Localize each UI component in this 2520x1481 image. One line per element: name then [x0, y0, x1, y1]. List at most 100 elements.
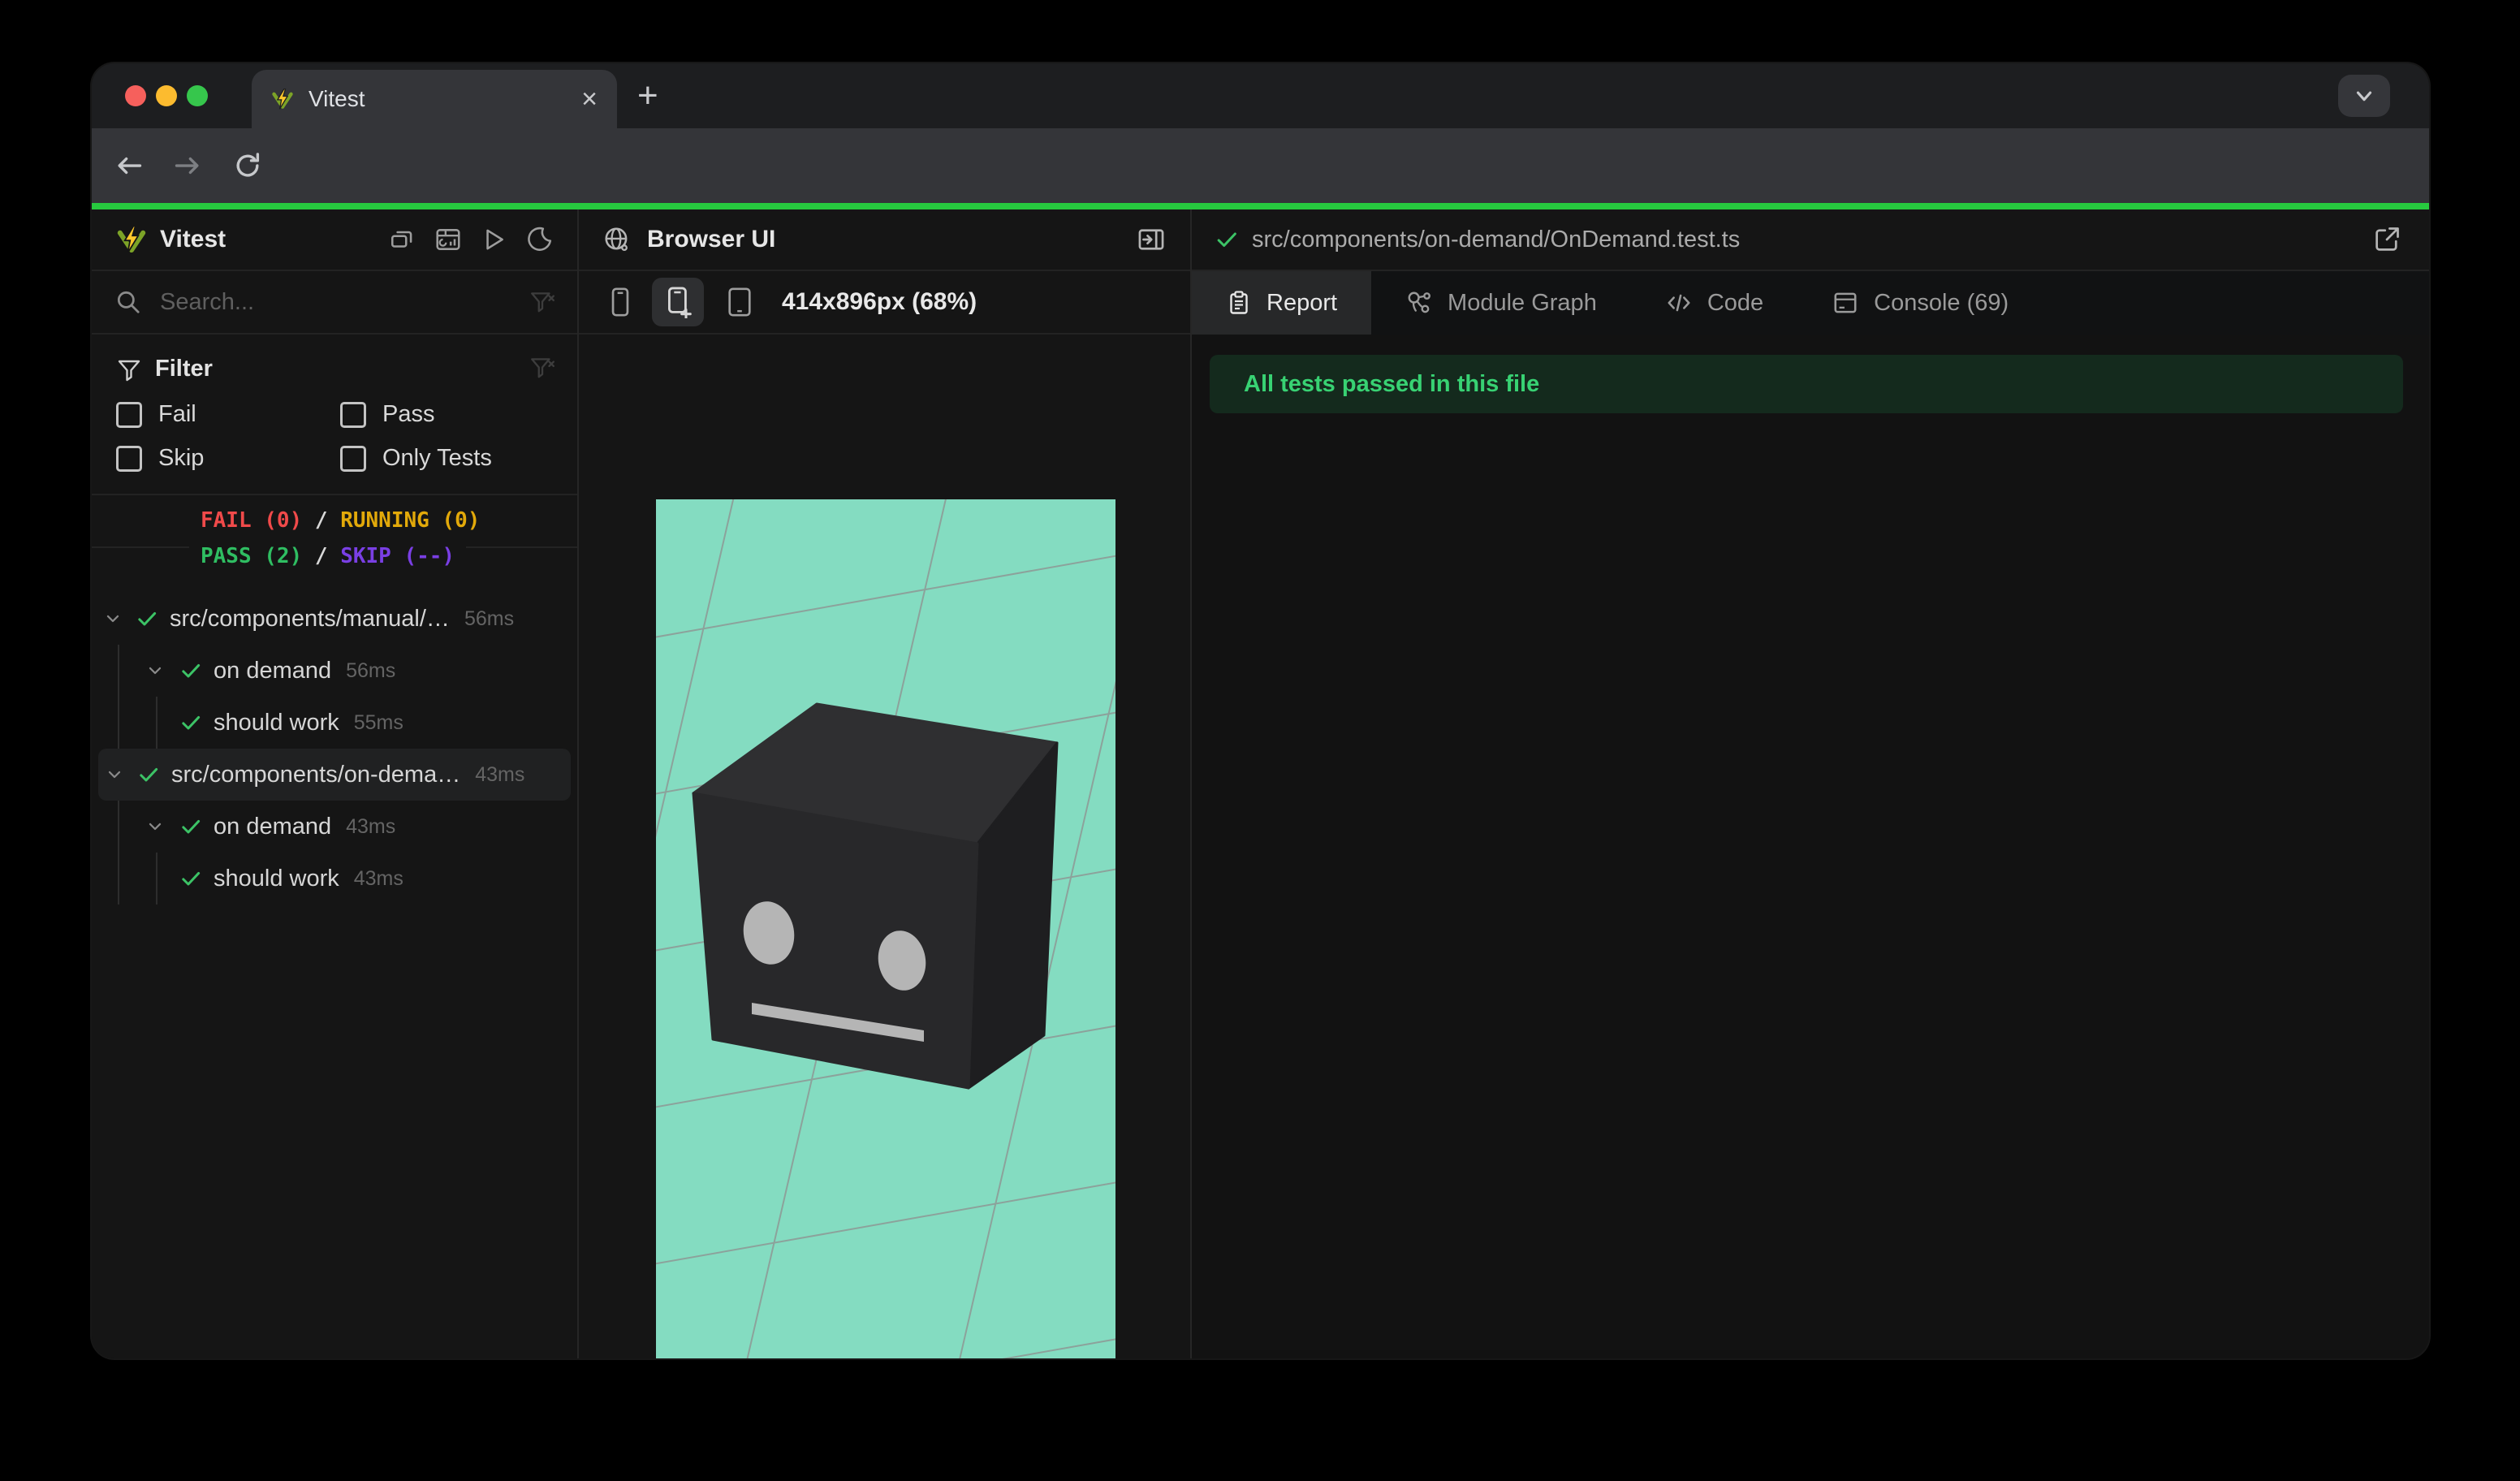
tree-row-suite[interactable]: on demand 56ms [92, 645, 577, 697]
reload-button[interactable] [233, 151, 262, 180]
code-icon [1665, 289, 1693, 317]
tree-item-label: on demand [214, 657, 332, 684]
pass-count: PASS (2) [201, 544, 303, 568]
filter-checkbox-only-tests[interactable]: Only Tests [340, 445, 492, 472]
app-title: Vitest [160, 226, 227, 253]
tree-item-duration: 56ms [346, 658, 396, 682]
tab-module-graph[interactable]: Module Graph [1371, 271, 1631, 335]
search-input[interactable] [158, 287, 470, 317]
device-tablet-button[interactable] [725, 287, 754, 317]
report-content: All tests passed in this file [1192, 335, 2429, 1358]
tree-row-file-selected[interactable]: src/components/on-dema… 43ms [98, 749, 571, 801]
robot-cube [692, 702, 1059, 1090]
back-button[interactable] [114, 151, 144, 180]
browser-tabstrip: Vitest × + [92, 63, 2429, 128]
browser-ui-header: Browser UI [579, 209, 1190, 271]
skip-count: SKIP (--) [340, 544, 455, 568]
viewport-size-label: 414x896px (68%) [782, 288, 977, 315]
chevron-down-icon[interactable] [145, 817, 165, 836]
browser-toolbar: localhost:5173/#/?file=1828625563 [92, 128, 2429, 257]
tree-item-label: should work [214, 865, 339, 892]
report-tabs: Report Module Graph Code Console (69) [1192, 271, 2429, 335]
browser-ui-panel: Browser UI 414x896px (68%) [579, 209, 1192, 1358]
device-phone-small-button[interactable] [608, 287, 632, 317]
sidebar: Vitest Search... Filter Fail Pass Skip O… [92, 209, 579, 1358]
console-icon [1832, 289, 1859, 317]
chevron-down-icon[interactable] [145, 661, 165, 680]
forward-button[interactable] [173, 151, 202, 180]
new-tab-button[interactable]: + [637, 78, 658, 114]
traffic-close-button[interactable] [125, 85, 146, 106]
filter-funnel-icon [116, 356, 142, 382]
vitest-ui: Vitest Search... Filter Fail Pass Skip O… [92, 209, 2429, 1358]
threejs-cube-scene [656, 499, 1115, 1358]
tab-code[interactable]: Code [1631, 271, 1797, 335]
test-file-path: src/components/on-demand/OnDemand.test.t… [1252, 226, 1741, 253]
tree-row-test[interactable]: should work 55ms [92, 697, 577, 749]
tree-row-file[interactable]: src/components/manual/… 56ms [92, 593, 577, 645]
dark-mode-moon-icon[interactable] [525, 226, 553, 253]
filter-checkbox-skip[interactable]: Skip [116, 445, 204, 472]
tree-item-label: on demand [214, 813, 332, 840]
tree-item-label: src/components/on-dema… [171, 761, 461, 788]
tree-item-duration: 55ms [353, 710, 403, 734]
chevron-down-icon[interactable] [105, 765, 124, 784]
summary-line-2: PASS (2) / SKIP (--) [189, 544, 467, 568]
browser-tab[interactable]: Vitest × [252, 70, 617, 128]
pass-check-icon [137, 763, 160, 786]
globe-icon [603, 226, 631, 253]
vitest-favicon-icon [271, 88, 294, 110]
panel-title: Browser UI [647, 226, 776, 253]
clear-filters-icon[interactable] [529, 354, 556, 382]
traffic-minimize-button[interactable] [156, 85, 177, 106]
filter-title: Filter [155, 356, 213, 382]
collapse-windows-icon[interactable] [389, 226, 416, 253]
tree-row-suite[interactable]: on demand 43ms [92, 801, 577, 853]
filter-checkbox-pass[interactable]: Pass [340, 401, 434, 428]
tree-item-duration: 43ms [346, 814, 396, 838]
dashboard-report-icon[interactable] [434, 226, 462, 253]
summary-line-1: FAIL (0) / RUNNING (0) [189, 508, 492, 533]
tab-search-button[interactable] [2338, 75, 2390, 117]
checkbox-icon [116, 401, 142, 428]
tree-item-duration: 43ms [475, 762, 525, 786]
tree-item-duration: 56ms [464, 607, 515, 630]
tab-title: Vitest [309, 86, 365, 111]
run-all-play-icon[interactable] [480, 226, 507, 253]
traffic-zoom-button[interactable] [187, 85, 208, 106]
viewport-toolbar: 414x896px (68%) [579, 271, 1190, 335]
test-summary: FAIL (0) / RUNNING (0) PASS (2) / SKIP (… [92, 495, 577, 593]
tree-row-test[interactable]: should work 43ms [92, 853, 577, 905]
clear-search-filter-icon[interactable] [529, 288, 556, 316]
tree-item-label: should work [214, 709, 339, 736]
tab-close-icon[interactable]: × [581, 85, 598, 113]
pass-check-icon [179, 815, 202, 838]
search-row [92, 271, 577, 335]
pass-check-icon [1215, 227, 1239, 252]
pass-check-icon [179, 659, 202, 682]
pass-check-icon [136, 607, 158, 630]
sidebar-header: Vitest [92, 209, 577, 271]
tab-report[interactable]: Report [1192, 271, 1372, 335]
checkbox-icon [340, 445, 366, 472]
open-external-icon[interactable] [2372, 225, 2429, 254]
clipboard-icon [1226, 290, 1252, 316]
all-tests-passed-banner: All tests passed in this file [1210, 355, 2403, 413]
device-phone-add-button[interactable] [652, 278, 704, 326]
filter-checkbox-fail[interactable]: Fail [116, 401, 196, 428]
test-file-tree: src/components/manual/… 56ms on demand 5… [92, 593, 577, 1358]
dock-panel-right-icon[interactable] [1137, 225, 1190, 254]
screenshot-stage: Vitest × + localhost:5173/#/?file=182862… [0, 0, 2520, 1481]
module-graph-icon [1405, 289, 1433, 317]
tree-item-label: src/components/manual/… [170, 605, 450, 632]
search-icon [114, 288, 142, 316]
report-header: src/components/on-demand/OnDemand.test.t… [1192, 209, 2429, 271]
filter-section: Filter Fail Pass Skip Only Tests [92, 335, 577, 495]
fail-count: FAIL (0) [201, 508, 303, 533]
browser-preview-iframe[interactable] [656, 499, 1115, 1358]
tab-console[interactable]: Console (69) [1797, 271, 2043, 335]
chevron-down-icon[interactable] [103, 609, 123, 628]
vitest-logo-icon [116, 224, 147, 255]
browser-window: Vitest × + localhost:5173/#/?file=182862… [92, 63, 2429, 1358]
running-count: RUNNING (0) [340, 508, 481, 533]
